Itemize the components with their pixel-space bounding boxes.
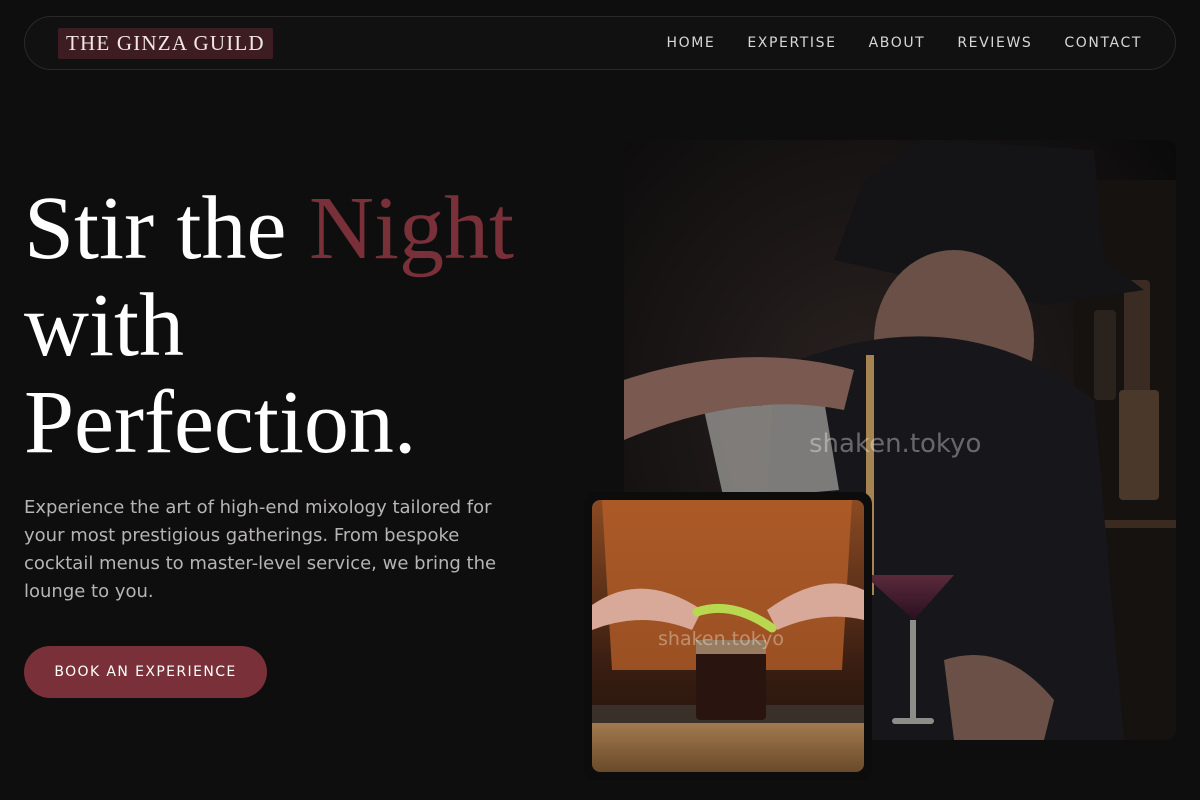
headline-line2: with [24, 276, 185, 375]
cocktail-photo: shaken.tokyo [592, 500, 864, 772]
main-watermark: shaken.tokyo [809, 429, 981, 459]
brand-logo[interactable]: THE GINZA GUILD [58, 27, 273, 59]
headline-line3: Perfection. [24, 373, 417, 472]
hero-headline: Stir the Night with Perfection. [24, 180, 584, 471]
nav-contact[interactable]: CONTACT [1064, 35, 1142, 51]
hero-lede: Experience the art of high-end mixology … [24, 497, 497, 602]
nav-reviews[interactable]: REVIEWS [957, 35, 1032, 51]
cocktail-photo-frame: shaken.tokyo [584, 492, 872, 780]
nav-expertise[interactable]: EXPERTISE [747, 35, 836, 51]
book-experience-button[interactable]: BOOK AN EXPERIENCE [24, 646, 267, 698]
headline-part1: Stir the [24, 179, 309, 278]
top-nav: THE GINZA GUILD HOME EXPERTISE ABOUT REV… [24, 16, 1176, 70]
nav-links: HOME EXPERTISE ABOUT REVIEWS CONTACT [666, 35, 1142, 51]
sub-watermark: shaken.tokyo [658, 628, 784, 650]
nav-about[interactable]: ABOUT [869, 35, 926, 51]
nav-home[interactable]: HOME [666, 35, 715, 51]
cocktail-illustration: shaken.tokyo [592, 500, 864, 772]
headline-accent: Night [309, 179, 515, 278]
